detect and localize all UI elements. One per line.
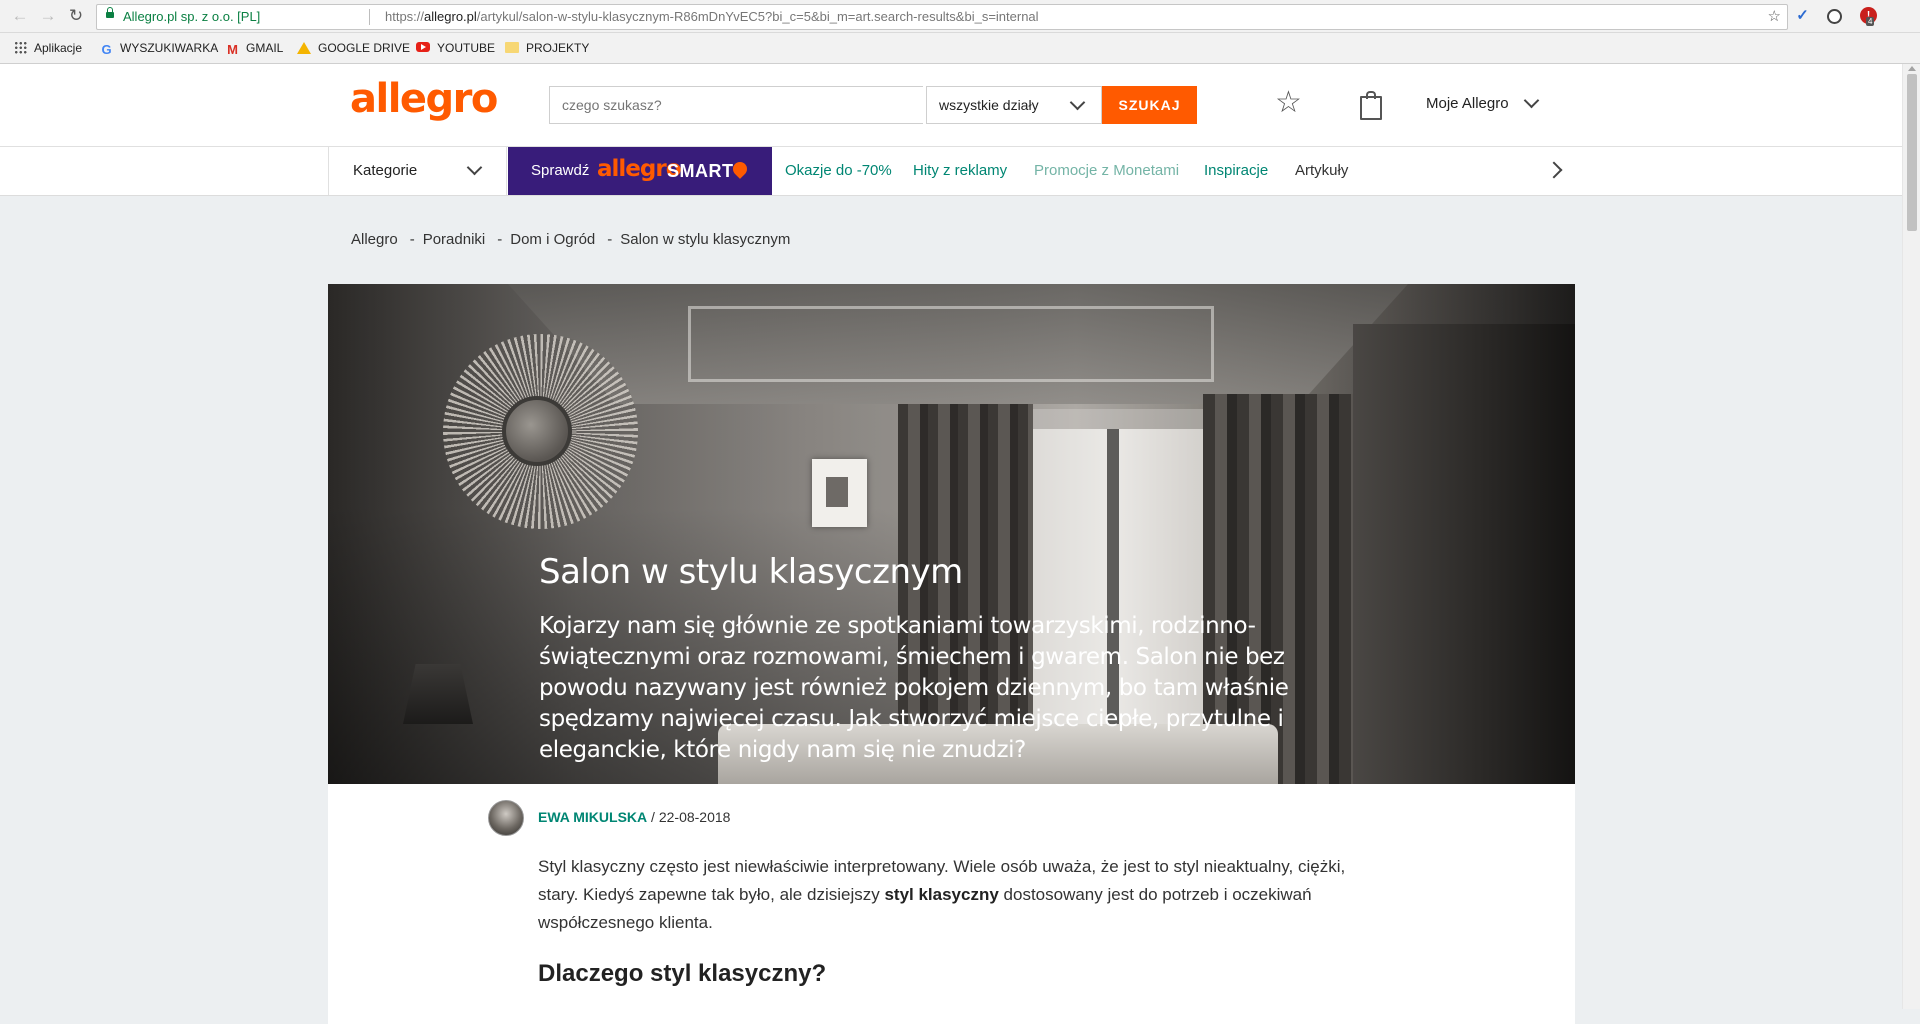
- extension-box-icon[interactable]: [1827, 9, 1842, 24]
- department-value: wszystkie działy: [939, 97, 1039, 113]
- author-link[interactable]: EWA MIKULSKA: [538, 809, 647, 825]
- nav-link-promocje[interactable]: Promocje z Monetami: [1034, 162, 1179, 179]
- breadcrumb-item-current: Salon w stylu klasycznym: [620, 231, 791, 248]
- breadcrumb: Allegro - Poradniki - Dom i Ogród - Salon w st…: [351, 231, 790, 248]
- browser-toolbar: ← → ↻ Allegro.pl sp. z o.o. [PL] https:/…: [0, 0, 1920, 33]
- bookmark-wyszukiwarka[interactable]: G WYSZUKIWARKA: [100, 39, 218, 57]
- breadcrumb-separator: -: [409, 231, 415, 248]
- scroll-thumb[interactable]: [1907, 74, 1917, 231]
- google-drive-icon: [297, 42, 311, 54]
- hero-mirror-center: [502, 396, 572, 466]
- site-identity: Allegro.pl sp. z o.o. [PL]: [123, 9, 261, 24]
- chevron-down-icon: [1523, 92, 1540, 109]
- nav-link-inspiracje[interactable]: Inspiracje: [1204, 162, 1268, 179]
- extension-badge: 4: [1866, 17, 1875, 26]
- article-hero: Salon w stylu klasycznym Kojarzy nam się…: [328, 284, 1575, 784]
- youtube-icon: [416, 42, 430, 52]
- hero-ceiling-molding: [688, 306, 1214, 382]
- my-allegro-menu[interactable]: Moje Allegro: [1426, 92, 1540, 114]
- smart-check-label: Sprawdź: [531, 162, 590, 179]
- bookmark-youtube[interactable]: YOUTUBE: [416, 39, 495, 57]
- extension-v-icon[interactable]: ✓: [1794, 7, 1811, 24]
- article-date: 22-08-2018: [658, 809, 731, 825]
- url-text[interactable]: https://allegro.pl/artykul/salon-w-stylu…: [385, 5, 1039, 29]
- bookmark-label: WYSZUKIWARKA: [120, 41, 219, 55]
- allegro-smart-banner[interactable]: Sprawdź allegro SMART: [508, 147, 772, 195]
- byline-separator: /: [647, 809, 659, 825]
- watchlist-star-icon[interactable]: ☆: [1275, 88, 1302, 118]
- article-body: EWA MIKULSKA / 22-08-2018 Styl klasyczny…: [328, 784, 1575, 1024]
- breadcrumb-item-dom-i-ogrod[interactable]: Dom i Ogród: [510, 231, 595, 248]
- folder-icon: [505, 42, 519, 53]
- hero-lamp: [403, 664, 473, 724]
- lock-icon: [106, 7, 114, 18]
- bookmark-projekty[interactable]: PROJEKTY: [505, 39, 589, 57]
- breadcrumb-separator: -: [497, 231, 503, 248]
- url-path: /artykul/salon-w-stylu-klasycznym-R86mDn…: [476, 9, 1039, 24]
- author-avatar: [488, 800, 524, 836]
- bookmark-google-drive[interactable]: GOOGLE DRIVE: [297, 39, 410, 57]
- paragraph-bold: styl klasyczny: [884, 885, 999, 904]
- url-scheme: https://: [385, 9, 425, 24]
- category-nav: Kategorie Sprawdź allegro SMART Okazje d…: [0, 147, 1902, 196]
- smart-word: SMART: [667, 161, 734, 181]
- nav-link-okazje[interactable]: Okazje do -70%: [785, 162, 892, 179]
- back-icon[interactable]: ←: [10, 6, 30, 26]
- breadcrumb-item-poradniki[interactable]: Poradniki: [423, 231, 486, 248]
- search-button[interactable]: SZUKAJ: [1102, 86, 1197, 124]
- gmail-icon: M: [227, 42, 238, 57]
- address-bar[interactable]: Allegro.pl sp. z o.o. [PL] https://alleg…: [96, 4, 1788, 30]
- hero-right-wall: [1353, 324, 1575, 784]
- department-select[interactable]: wszystkie działy: [926, 86, 1102, 124]
- categories-label: Kategorie: [353, 162, 418, 179]
- bookmark-label: Aplikacje: [34, 41, 83, 55]
- bookmark-label: GMAIL: [246, 41, 284, 55]
- article-byline: EWA MIKULSKA / 22-08-2018: [538, 809, 730, 825]
- nav-link-artykuly[interactable]: Artykuły: [1295, 162, 1348, 179]
- chevron-down-icon: [1069, 94, 1086, 111]
- apps-grid-icon: [14, 41, 27, 54]
- bookmark-label: PROJEKTY: [526, 41, 590, 55]
- bookmark-label: YOUTUBE: [437, 41, 496, 55]
- reload-icon[interactable]: ↻: [66, 6, 86, 26]
- article-lead: Kojarzy nam się głównie ze spotkaniami t…: [539, 613, 1289, 763]
- bookmark-star-icon[interactable]: ☆: [1768, 5, 1781, 29]
- chevron-right-icon[interactable]: [1545, 161, 1563, 179]
- breadcrumb-separator: -: [607, 231, 613, 248]
- bookmark-gmail[interactable]: M GMAIL: [226, 39, 283, 57]
- nav-link-hity[interactable]: Hity z reklamy: [913, 162, 1007, 179]
- allegro-logo[interactable]: allegro: [350, 76, 498, 122]
- forward-icon[interactable]: →: [38, 6, 58, 26]
- bookmark-label: GOOGLE DRIVE: [318, 41, 411, 55]
- article-title: Salon w stylu klasycznym: [539, 552, 963, 592]
- page-scrollbar[interactable]: [1902, 64, 1920, 1009]
- url-host: allegro.pl: [424, 9, 477, 24]
- bookmarks-bar: Aplikacje G WYSZUKIWARKA M GMAIL GOOGLE DR…: [0, 33, 1920, 64]
- breadcrumb-item-allegro[interactable]: Allegro: [351, 231, 398, 248]
- search-input[interactable]: [549, 86, 923, 124]
- categories-dropdown[interactable]: Kategorie: [328, 147, 507, 195]
- site-header: allegro wszystkie działy SZUKAJ ☆ Moje A…: [0, 64, 1902, 147]
- cart-icon[interactable]: [1360, 91, 1382, 120]
- bookmark-apps[interactable]: Aplikacje: [14, 39, 82, 57]
- my-allegro-label: Moje Allegro: [1426, 95, 1509, 112]
- hero-picture-frame: [812, 459, 867, 527]
- google-icon: G: [101, 42, 112, 57]
- chevron-down-icon: [466, 159, 483, 176]
- url-divider: [369, 9, 370, 25]
- article-paragraph: Styl klasyczny często jest niewłaściwie …: [538, 853, 1368, 937]
- section-heading: Dlaczego styl klasyczny?: [538, 960, 827, 987]
- scroll-up-icon[interactable]: [1908, 66, 1916, 71]
